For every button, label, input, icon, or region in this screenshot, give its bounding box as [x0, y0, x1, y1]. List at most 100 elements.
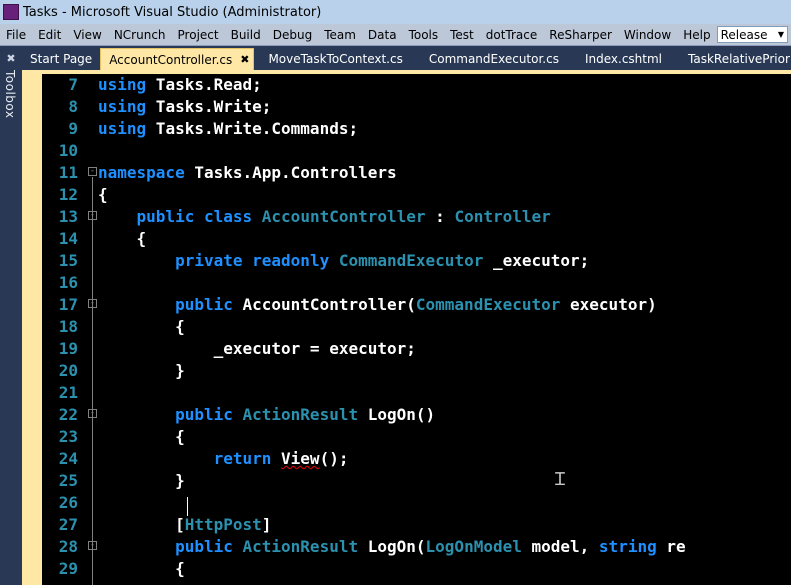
- code-line[interactable]: 9 using Tasks.Write.Commands;: [42, 118, 791, 140]
- code-token: readonly: [252, 251, 330, 270]
- tab-label: Index.cshtml: [584, 52, 663, 66]
- menu-project[interactable]: Project: [172, 28, 225, 42]
- menu-build[interactable]: Build: [225, 28, 267, 42]
- line-number: 27: [58, 515, 78, 534]
- menu-data[interactable]: Data: [362, 28, 403, 42]
- tab-label: MoveTaskToContext.cs: [268, 52, 403, 66]
- toolbox-panel[interactable]: ✖ Toolbox: [0, 46, 22, 585]
- code-token: private: [175, 251, 243, 270]
- code-token: model,: [521, 537, 599, 556]
- menu-file[interactable]: File: [0, 28, 32, 42]
- collapse-icon[interactable]: -: [88, 299, 97, 308]
- code-line[interactable]: 10: [42, 140, 791, 162]
- collapse-icon[interactable]: -: [88, 167, 97, 176]
- code-line[interactable]: 14 {: [42, 228, 791, 250]
- line-number: 11: [58, 163, 78, 182]
- code-line[interactable]: 28 - public ActionResult LogOn(LogOnModel…: [42, 536, 791, 558]
- tab-task-relative-priority[interactable]: TaskRelativePriority.cs: [680, 48, 791, 70]
- code-line[interactable]: 20 }: [42, 360, 791, 382]
- code-token: {: [98, 185, 108, 204]
- code-text: public ActionResult LogOn(LogOnModel mod…: [98, 536, 686, 558]
- code-line[interactable]: 25 }: [42, 470, 791, 492]
- menu-window[interactable]: Window: [618, 28, 677, 42]
- menu-bar: File Edit View NCrunch Project Build Deb…: [0, 24, 791, 46]
- line-number: 26: [58, 493, 78, 512]
- configuration-value: Release: [720, 27, 768, 42]
- code-text: {: [98, 316, 185, 338]
- tab-account-controller[interactable]: AccountController.cs ✖: [100, 48, 255, 70]
- line-number: 8: [68, 97, 78, 116]
- code-text: {: [98, 228, 147, 250]
- line-number: 19: [58, 339, 78, 358]
- menu-test[interactable]: Test: [444, 28, 480, 42]
- code-line[interactable]: 19 _executor = executor;: [42, 338, 791, 360]
- code-line[interactable]: 21: [42, 382, 791, 404]
- menu-debug[interactable]: Debug: [267, 28, 318, 42]
- line-number: 18: [58, 317, 78, 336]
- menu-dottrace[interactable]: dotTrace: [480, 28, 544, 42]
- code-token: Tasks.Read;: [146, 75, 262, 94]
- toolbox-label[interactable]: Toolbox: [3, 70, 17, 119]
- code-line[interactable]: 13 - public class AccountController : Con…: [42, 206, 791, 228]
- code-token: Tasks.Write.Commands;: [146, 119, 359, 138]
- tab-move-task-to-context[interactable]: MoveTaskToContext.cs: [260, 48, 410, 70]
- code-token: using: [98, 97, 147, 116]
- menu-edit[interactable]: Edit: [32, 28, 67, 42]
- tab-index-cshtml[interactable]: Index.cshtml: [577, 48, 670, 70]
- code-token: CommandExecutor: [415, 295, 561, 314]
- code-editor[interactable]: Ɪ 7 using Tasks.Read; 8 using Tasks.Write; 9…: [42, 74, 791, 585]
- line-number: 22: [58, 405, 78, 424]
- code-line[interactable]: 17 - public AccountController(CommandExec…: [42, 294, 791, 316]
- close-icon[interactable]: ✖: [240, 53, 249, 66]
- code-line[interactable]: 23 {: [42, 426, 791, 448]
- code-line[interactable]: 18 {: [42, 316, 791, 338]
- code-text: }: [98, 360, 185, 382]
- code-token: HttpPost: [184, 515, 262, 534]
- code-token: ActionResult: [242, 405, 359, 424]
- menu-ncrunch[interactable]: NCrunch: [108, 28, 172, 42]
- menu-tools[interactable]: Tools: [403, 28, 445, 42]
- code-line[interactable]: 7 using Tasks.Read;: [42, 74, 791, 96]
- code-token: public: [136, 207, 195, 226]
- code-line[interactable]: 22 - public ActionResult LogOn(): [42, 404, 791, 426]
- toolbox-pin-icon[interactable]: ✖: [4, 52, 18, 66]
- code-line[interactable]: 16: [42, 272, 791, 294]
- solution-configuration-dropdown[interactable]: Release ▼: [716, 26, 788, 43]
- window-title: Tasks - Microsoft Visual Studio (Adminis…: [23, 4, 322, 20]
- code-text: public ActionResult LogOn(): [98, 404, 435, 426]
- code-line[interactable]: 8 using Tasks.Write;: [42, 96, 791, 118]
- code-line[interactable]: 15 private readonly CommandExecutor _exe…: [42, 250, 791, 272]
- menu-view[interactable]: View: [67, 28, 107, 42]
- collapse-icon[interactable]: -: [88, 409, 97, 418]
- code-line[interactable]: 29 {: [42, 558, 791, 580]
- collapse-icon[interactable]: -: [88, 541, 97, 550]
- tab-start-page[interactable]: Start Page: [22, 48, 100, 70]
- code-token: namespace: [98, 163, 185, 182]
- code-line[interactable]: 24 return View();: [42, 448, 791, 470]
- code-token: public: [175, 537, 233, 556]
- menu-resharper[interactable]: ReSharper: [543, 28, 618, 42]
- menu-help[interactable]: Help: [677, 28, 716, 42]
- menu-team[interactable]: Team: [318, 28, 362, 42]
- code-token: {: [98, 229, 147, 248]
- line-number: 15: [58, 251, 78, 270]
- collapse-icon[interactable]: -: [88, 211, 97, 220]
- tab-label: CommandExecutor.cs: [428, 52, 559, 66]
- code-line[interactable]: 12 {: [42, 184, 791, 206]
- tab-command-executor[interactable]: CommandExecutor.cs: [421, 48, 567, 70]
- code-line[interactable]: 26: [42, 492, 791, 514]
- code-line[interactable]: 11 - namespace Tasks.App.Controllers: [42, 162, 791, 184]
- chevron-down-icon: ▼: [777, 30, 784, 39]
- code-line[interactable]: 27 [HttpPost]: [42, 514, 791, 536]
- code-text: {: [98, 426, 185, 448]
- tab-label: AccountController.cs: [109, 52, 233, 67]
